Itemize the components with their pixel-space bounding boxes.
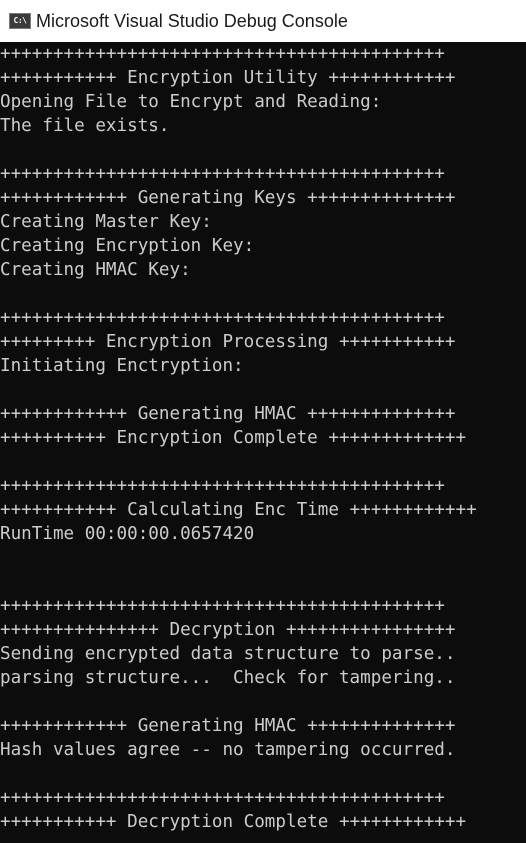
console-line: The file exists.	[0, 116, 170, 136]
console-line: ++++++++++++++++++++++++++++++++++++++++…	[0, 476, 445, 496]
console-line: +++++++++++ Calculating Enc Time +++++++…	[0, 500, 477, 520]
console-line: ++++++++++++++++++++++++++++++++++++++++…	[0, 164, 445, 184]
console-line: Initiating Enctryption:	[0, 356, 244, 376]
window-title: Microsoft Visual Studio Debug Console	[36, 10, 348, 31]
title-bar[interactable]: C:\ Microsoft Visual Studio Debug Consol…	[0, 0, 526, 42]
console-line: ++++++++++++ Generating Keys +++++++++++…	[0, 188, 456, 208]
console-line: Creating HMAC Key:	[0, 260, 191, 280]
console-line: ++++++++++++ Generating HMAC +++++++++++…	[0, 404, 456, 424]
console-line: Creating Master Key:	[0, 212, 212, 232]
console-line: +++++++++++++++ Decryption +++++++++++++…	[0, 620, 456, 640]
console-app-icon-text: C:\	[13, 16, 27, 25]
console-line: ++++++++++++++++++++++++++++++++++++++++…	[0, 44, 445, 64]
console-line: RunTime 00:00:00.0657420	[0, 524, 255, 544]
debug-console-window: C:\ Microsoft Visual Studio Debug Consol…	[0, 0, 526, 843]
console-app-icon: C:\	[9, 13, 31, 29]
console-line: +++++++++++ Encryption Utility +++++++++…	[0, 68, 456, 88]
console-line: ++++++++++ Encryption Complete +++++++++…	[0, 428, 467, 448]
console-line: +++++++++++ Decryption Complete ++++++++…	[0, 812, 467, 832]
console-line: ++++++++++++++++++++++++++++++++++++++++…	[0, 308, 445, 328]
console-line: Creating Encryption Key:	[0, 236, 255, 256]
console-line: Opening File to Encrypt and Reading:	[0, 92, 382, 112]
console-line: parsing structure... Check for tampering…	[0, 668, 456, 688]
console-line: Hash values agree -- no tampering occurr…	[0, 740, 456, 760]
console-line: +++++++++ Encryption Processing ++++++++…	[0, 332, 456, 352]
console-line: ++++++++++++ Generating HMAC +++++++++++…	[0, 716, 456, 736]
console-line: Sending encrypted data structure to pars…	[0, 644, 456, 664]
console-line: ++++++++++++++++++++++++++++++++++++++++…	[0, 596, 445, 616]
console-line: ++++++++++++++++++++++++++++++++++++++++…	[0, 788, 445, 808]
console-output[interactable]: ++++++++++++++++++++++++++++++++++++++++…	[0, 42, 526, 843]
